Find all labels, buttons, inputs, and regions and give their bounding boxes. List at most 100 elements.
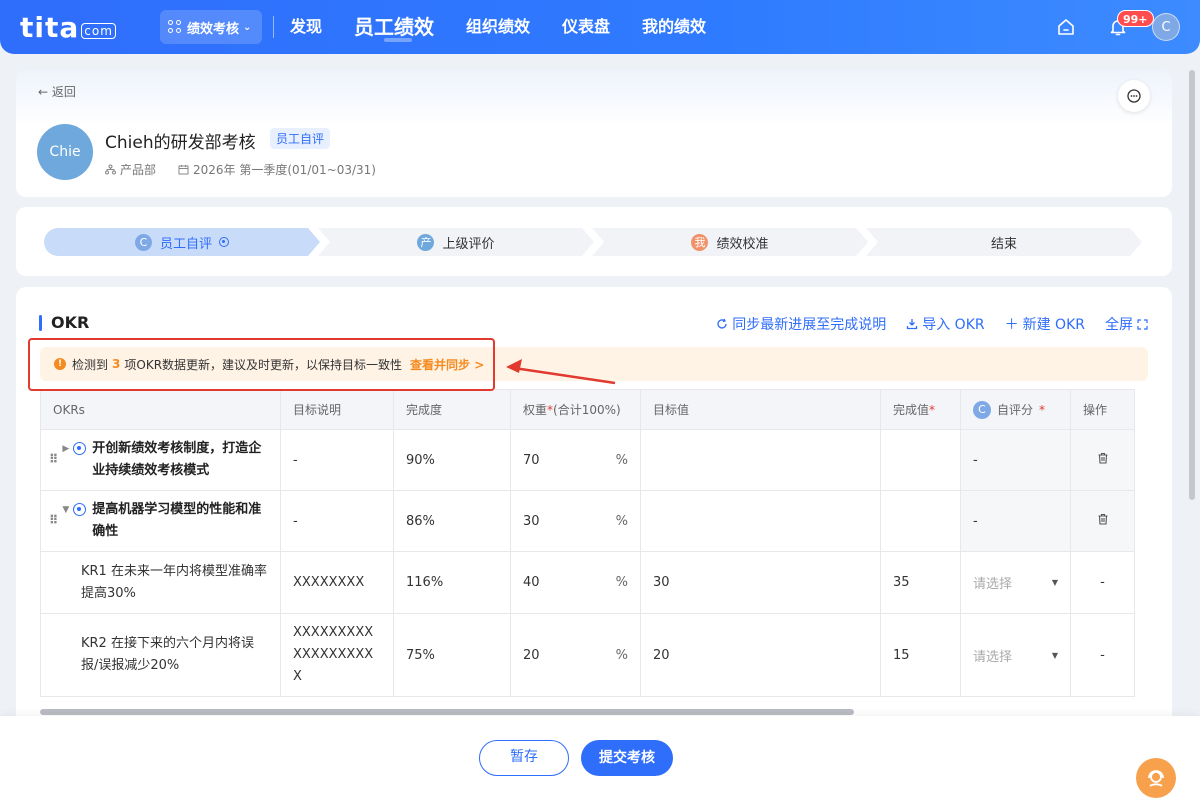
column-header-target: 目标值 xyxy=(640,389,881,430)
view-and-sync-link[interactable]: 查看并同步 > xyxy=(410,356,484,373)
home-icon[interactable] xyxy=(1056,17,1076,37)
objective-row: ⠿ ▼ 提高机器学习模型的性能和准确性 - 86% 30% - xyxy=(40,490,1135,552)
column-header-okrs: OKRs xyxy=(40,389,281,430)
calendar-icon xyxy=(178,165,189,175)
dropdown-caret-icon: ▼ xyxy=(1051,650,1058,660)
warning-icon: ! xyxy=(54,358,66,370)
trash-icon[interactable] xyxy=(1097,513,1109,525)
horizontal-scrollbar[interactable] xyxy=(40,709,854,715)
refresh-icon xyxy=(717,318,727,329)
self-score-select[interactable]: 请选择 ▼ xyxy=(960,551,1071,614)
desc-cell: - xyxy=(280,429,394,491)
logo-text: tita xyxy=(20,10,80,44)
fullscreen-button[interactable]: 全屏 xyxy=(1105,314,1148,334)
done-cell[interactable]: 15 xyxy=(880,613,961,697)
step-icon: C xyxy=(134,233,152,251)
workflow-steps-card: C 员工自评 产 上级评价 我 绩效校准 结束 xyxy=(16,207,1172,276)
weight-cell[interactable]: 70% xyxy=(510,429,641,491)
user-avatar[interactable]: C xyxy=(1152,13,1180,41)
review-meta: 产品部 2026年 第一季度(01/01~03/31) xyxy=(105,161,376,178)
role-tag: 员工自评 xyxy=(270,128,331,149)
self-score-select[interactable]: 请选择 ▼ xyxy=(960,613,1071,697)
step-self-review[interactable]: C 员工自评 xyxy=(44,228,320,256)
sync-progress-button[interactable]: 同步最新进展至完成说明 xyxy=(716,314,886,334)
column-header-done-value: 完成值* xyxy=(880,389,961,430)
desc-cell: - xyxy=(280,490,394,552)
customer-service-button[interactable] xyxy=(1136,758,1176,798)
self-score-cell: - xyxy=(960,429,1071,491)
target-cell: 20 xyxy=(640,613,881,697)
objective-name[interactable]: 开创新绩效考核制度，打造企业持续绩效考核模式 xyxy=(92,438,268,482)
column-header-desc: 目标说明 xyxy=(280,389,394,430)
review-header-card: ← 返回 Chie Chieh的研发部考核 员工自评 产品部 2026年 第一季… xyxy=(16,70,1172,197)
step-icon: 我 xyxy=(691,233,709,251)
new-okr-label: 新建 OKR xyxy=(1022,317,1085,333)
logo-suffix: com xyxy=(81,23,116,39)
target-cell xyxy=(640,490,881,552)
reviewer-avatar: C xyxy=(973,400,991,419)
nav-item-my-performance[interactable]: 我的绩效 xyxy=(642,0,706,54)
okr-toolbar: 同步最新进展至完成说明 导入 OKR ＋ 新建 OKR 全屏 xyxy=(716,314,1148,334)
kr-cell[interactable]: KR1 在未来一年内将模型准确率提高30% xyxy=(40,551,281,614)
op-cell xyxy=(1070,490,1135,552)
page-title: Chieh的研发部考核 xyxy=(105,133,256,153)
expand-triangle-icon[interactable]: ▶ xyxy=(62,438,69,460)
sync-progress-label: 同步最新进展至完成说明 xyxy=(732,317,887,333)
self-score-cell: - xyxy=(960,490,1071,552)
drag-handle-icon[interactable]: ⠿ xyxy=(49,438,58,470)
drag-handle-icon[interactable]: ⠿ xyxy=(49,499,58,531)
back-link[interactable]: ← 返回 xyxy=(38,83,76,100)
op-cell: - xyxy=(1070,551,1135,614)
employee-avatar: Chie xyxy=(37,124,93,180)
nav-item-dashboard[interactable]: 仪表盘 xyxy=(562,0,610,54)
tita-logo[interactable]: tita com xyxy=(20,10,116,44)
objective-name[interactable]: 提高机器学习模型的性能和准确性 xyxy=(92,499,268,543)
step-finish[interactable]: 结束 xyxy=(866,228,1142,256)
plus-icon: ＋ xyxy=(1004,317,1019,333)
progress-cell: 86% xyxy=(393,490,511,552)
nav-item-org-performance[interactable]: 组织绩效 xyxy=(466,0,530,54)
step-label: 绩效校准 xyxy=(716,236,769,252)
done-cell[interactable]: 35 xyxy=(880,551,961,614)
weight-cell[interactable]: 40% xyxy=(510,551,641,614)
step-icon: 产 xyxy=(417,233,435,251)
new-okr-button[interactable]: ＋ 新建 OKR xyxy=(1005,314,1085,334)
import-okr-button[interactable]: 导入 OKR xyxy=(906,314,985,334)
department-label: 产品部 xyxy=(120,163,157,177)
save-draft-button[interactable]: 暂存 xyxy=(479,740,569,776)
import-okr-label: 导入 OKR xyxy=(922,317,985,333)
nav-item-discover[interactable]: 发现 xyxy=(290,0,322,54)
submit-review-button[interactable]: 提交考核 xyxy=(581,740,673,776)
objective-cell: ⠿ ▼ 提高机器学习模型的性能和准确性 xyxy=(40,490,281,552)
org-tree-icon xyxy=(105,164,116,175)
kr-cell[interactable]: KR2 在接下来的六个月内将误报/误报减少20% xyxy=(40,613,281,697)
step-label: 结束 xyxy=(990,236,1017,252)
comment-button[interactable] xyxy=(1118,80,1150,112)
okr-section: OKR 同步最新进展至完成说明 导入 OKR ＋ 新建 OKR 全屏 ! 检测到… xyxy=(16,287,1172,727)
current-step-indicator-icon xyxy=(219,237,229,247)
collapse-triangle-icon[interactable]: ▼ xyxy=(62,499,69,521)
step-label: 上级评价 xyxy=(442,236,495,252)
objective-row: ⠿ ▶ 开创新绩效考核制度，打造企业持续绩效考核模式 - 90% 70% - xyxy=(40,429,1135,491)
alert-count: 3 xyxy=(112,357,121,371)
module-switcher[interactable]: 绩效考核 ⌄ xyxy=(160,10,262,44)
objective-cell: ⠿ ▶ 开创新绩效考核制度，打造企业持续绩效考核模式 xyxy=(40,429,281,491)
nav-item-employee-performance[interactable]: 员工绩效 xyxy=(354,0,434,54)
import-icon xyxy=(907,319,918,330)
weight-cell[interactable]: 20% xyxy=(510,613,641,697)
done-cell xyxy=(880,429,961,491)
column-header-weight: 权重*(合计100%) xyxy=(510,389,641,430)
table-header-row: OKRs 目标说明 完成度 权重*(合计100%) 目标值 完成值* C 自评分 *… xyxy=(40,389,1135,430)
step-manager-review[interactable]: 产 上级评价 xyxy=(318,228,594,256)
vertical-scrollbar[interactable] xyxy=(1189,70,1195,500)
trash-icon[interactable] xyxy=(1097,452,1109,464)
step-calibration[interactable]: 我 绩效校准 xyxy=(592,228,868,256)
column-header-op: 操作 xyxy=(1070,389,1135,430)
weight-cell[interactable]: 30% xyxy=(510,490,641,552)
annotation-arrow-icon xyxy=(506,359,616,385)
alert-prefix: 检测到 xyxy=(72,357,109,372)
step-label: 员工自评 xyxy=(159,236,212,252)
period-label: 2026年 第一季度(01/01~03/31) xyxy=(193,163,376,177)
alert-text: 项OKR数据更新，建议及时更新，以保持目标一致性 xyxy=(124,357,403,372)
okr-section-title: OKR xyxy=(39,313,89,332)
